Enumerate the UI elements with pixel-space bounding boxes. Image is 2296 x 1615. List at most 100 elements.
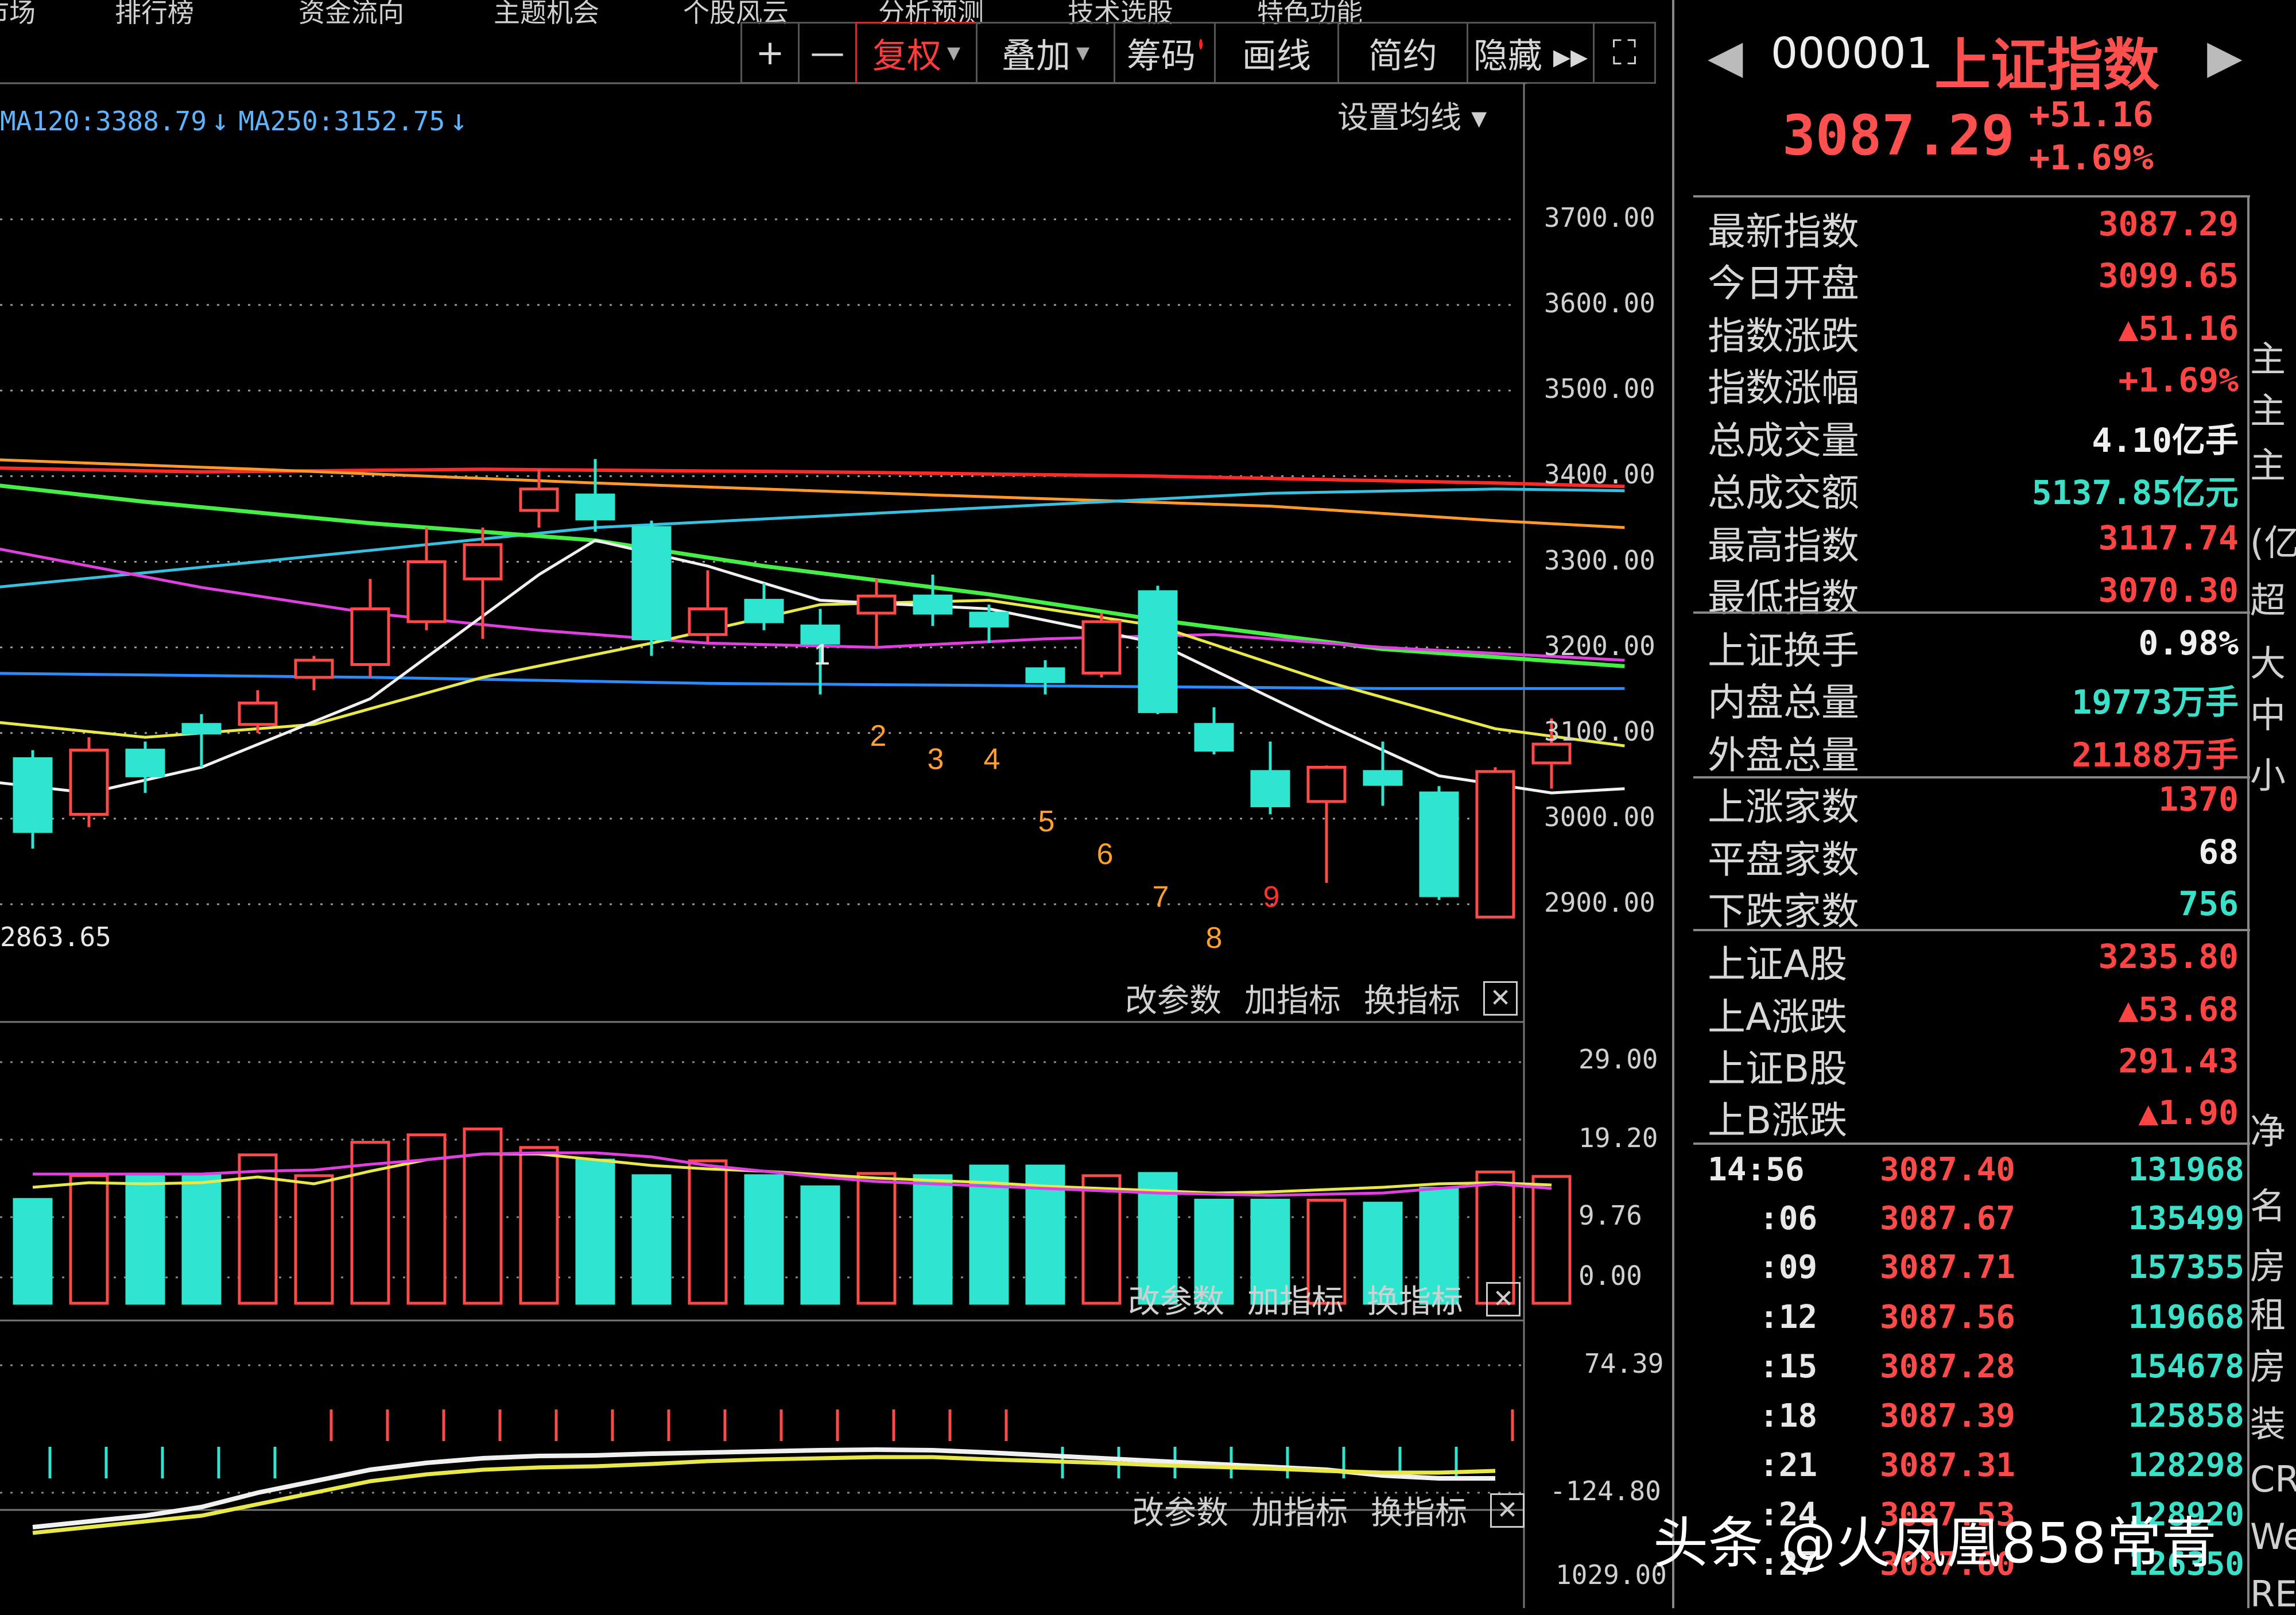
tick-row: :12 3087.56 119668 bbox=[1702, 1299, 2244, 1348]
volume-bar bbox=[519, 1146, 559, 1305]
side-tab-label[interactable]: 房 bbox=[2250, 1338, 2296, 1389]
tick-price: 3087.40 bbox=[1880, 1151, 2016, 1188]
quote-stat-row: 下跌家数 756 bbox=[1708, 881, 2239, 934]
annotation-number: 9 bbox=[1263, 880, 1280, 913]
price-axis-label: 3200.00 bbox=[1544, 630, 1655, 661]
close-icon[interactable]: ✕ bbox=[1483, 981, 1518, 1016]
price-axis-label: 3300.00 bbox=[1544, 544, 1655, 576]
section-divider bbox=[1693, 195, 2250, 197]
stat-label: 总成交量 bbox=[1708, 419, 1859, 463]
section-divider bbox=[1693, 929, 2250, 931]
next-arrow-icon[interactable]: ▶ bbox=[2207, 30, 2243, 83]
price-axis-label: 2900.00 bbox=[1544, 887, 1655, 918]
annotation-number: 4 bbox=[984, 742, 1000, 776]
close-icon[interactable]: ✕ bbox=[1486, 1281, 1521, 1316]
panel-control-button[interactable]: 换指标 bbox=[1367, 1276, 1463, 1322]
quote-stat-row: 最高指数 3117.74 bbox=[1708, 515, 2239, 568]
candle-body bbox=[1138, 590, 1178, 713]
ma-red-line bbox=[0, 466, 1625, 489]
macd-axis-label: -124.80 bbox=[1550, 1475, 1661, 1506]
side-tab-label[interactable]: 装 bbox=[2250, 1395, 2296, 1447]
side-tab-label[interactable]: RE bbox=[2250, 1573, 2296, 1615]
volume-bar bbox=[125, 1174, 165, 1305]
side-tab-label[interactable]: CR bbox=[2250, 1458, 2296, 1500]
panel-control-button[interactable]: 改参数 bbox=[1125, 975, 1221, 1021]
panel-control-button[interactable]: 加指标 bbox=[1244, 975, 1341, 1021]
kline-chart: 1 2 3 4 5 6 7 8 9 2863.65 bbox=[0, 0, 1674, 1608]
candle-body bbox=[1475, 770, 1515, 919]
candle-body bbox=[969, 611, 1009, 628]
stat-label: 上A涨跌 bbox=[1708, 995, 1848, 1039]
stat-value: ▲1.90 bbox=[2138, 1093, 2239, 1132]
candle-body bbox=[1531, 742, 1572, 765]
tick-price: 3087.39 bbox=[1880, 1397, 2016, 1435]
price-axis-label: 3400.00 bbox=[1544, 459, 1655, 490]
stat-label: 平盘家数 bbox=[1708, 838, 1859, 882]
volume-bar bbox=[744, 1174, 784, 1305]
panel-control-button[interactable]: 加指标 bbox=[1247, 1276, 1344, 1322]
prev-arrow-icon[interactable]: ◀ bbox=[1708, 30, 1743, 83]
panel-control-button[interactable]: 换指标 bbox=[1364, 975, 1460, 1021]
side-tab-label[interactable]: 租 bbox=[2250, 1286, 2296, 1338]
volume-bar bbox=[856, 1172, 897, 1305]
candle-body bbox=[1419, 791, 1459, 897]
side-tab-label[interactable]: 主 bbox=[2250, 330, 2296, 382]
tick-time: :06 bbox=[1759, 1200, 1818, 1237]
candle-body bbox=[294, 659, 334, 679]
volume-axis-label: 0.00 bbox=[1578, 1260, 1642, 1291]
indicator-panel-controls: 改参数 加指标 换指标 ✕ bbox=[1128, 1276, 1521, 1322]
side-tab-label[interactable]: 净 bbox=[2250, 1102, 2296, 1154]
stat-value: 3117.74 bbox=[2098, 518, 2239, 557]
side-tab-label[interactable]: 超 bbox=[2250, 571, 2296, 623]
ma-white-line bbox=[0, 539, 1625, 795]
macd-axis-label: 74.39 bbox=[1584, 1348, 1664, 1379]
side-tab-label[interactable]: 大 bbox=[2250, 634, 2296, 686]
candle-body bbox=[125, 749, 165, 777]
panel-control-button[interactable]: 加指标 bbox=[1251, 1487, 1348, 1533]
quote-stat-row: 内盘总量 19773万手 bbox=[1708, 672, 2239, 725]
quote-stat-row: 总成交额 5137.85亿元 bbox=[1708, 462, 2239, 515]
stat-value: 5137.85亿元 bbox=[2031, 473, 2239, 512]
stat-label: 指数涨跌 bbox=[1708, 314, 1859, 358]
volume-bar bbox=[1081, 1174, 1122, 1305]
candle-body bbox=[1363, 770, 1403, 786]
volume-axis-label: 29.00 bbox=[1578, 1044, 1658, 1075]
candle-body bbox=[181, 723, 222, 735]
side-tab-label[interactable]: 名 bbox=[2250, 1177, 2296, 1229]
side-tab-label[interactable]: 主 bbox=[2250, 436, 2296, 488]
volume-bar bbox=[13, 1198, 53, 1305]
volume-bar bbox=[800, 1185, 840, 1305]
side-tab-label[interactable]: 主 bbox=[2250, 382, 2296, 433]
stat-label: 指数涨幅 bbox=[1708, 366, 1859, 410]
candle-body bbox=[688, 607, 728, 636]
panel-control-button[interactable]: 改参数 bbox=[1128, 1276, 1224, 1322]
side-tab-label[interactable]: 中 bbox=[2250, 686, 2296, 738]
stat-label: 最新指数 bbox=[1708, 210, 1859, 254]
volume-axis-label: 19.20 bbox=[1578, 1122, 1658, 1153]
candle-body bbox=[238, 702, 278, 726]
stock-code: 000001 bbox=[1771, 29, 1933, 78]
side-tab-label[interactable]: 小 bbox=[2250, 746, 2296, 798]
side-tab-label[interactable]: (亿 bbox=[2250, 514, 2296, 566]
quote-header: ◀ 000001 上证指数 ▶ 3087.29 +51.16 +1.69% bbox=[1696, 23, 2270, 189]
stat-value: 3099.65 bbox=[2098, 256, 2239, 295]
panel-control-button[interactable]: 换指标 bbox=[1371, 1487, 1467, 1533]
stat-value: 68 bbox=[2198, 832, 2239, 872]
annotation-number: 1 bbox=[814, 638, 831, 671]
quote-stat-row: 今日开盘 3099.65 bbox=[1708, 253, 2239, 305]
tick-time: :21 bbox=[1759, 1447, 1818, 1484]
stat-label: 上B涨跌 bbox=[1708, 1098, 1848, 1142]
quote-stat-row: 上B涨跌 ▲1.90 bbox=[1708, 1090, 2239, 1142]
stat-label: 下跌家数 bbox=[1708, 889, 1859, 934]
price-axis-label: 3600.00 bbox=[1544, 288, 1655, 319]
close-icon[interactable]: ✕ bbox=[1490, 1493, 1525, 1528]
stat-value: 21188万手 bbox=[2072, 735, 2239, 774]
tick-row: :21 3087.31 128298 bbox=[1702, 1447, 2244, 1496]
quote-stat-row: 上涨家数 1370 bbox=[1708, 776, 2239, 829]
tick-volume: 135499 bbox=[2128, 1200, 2244, 1237]
panel-control-button[interactable]: 改参数 bbox=[1132, 1487, 1228, 1533]
tick-time: 14:56 bbox=[1708, 1151, 1805, 1188]
side-tab-label[interactable]: 房 bbox=[2250, 1237, 2296, 1289]
side-tab-label[interactable]: We bbox=[2250, 1516, 2296, 1558]
tick-volume: 131968 bbox=[2128, 1151, 2244, 1188]
